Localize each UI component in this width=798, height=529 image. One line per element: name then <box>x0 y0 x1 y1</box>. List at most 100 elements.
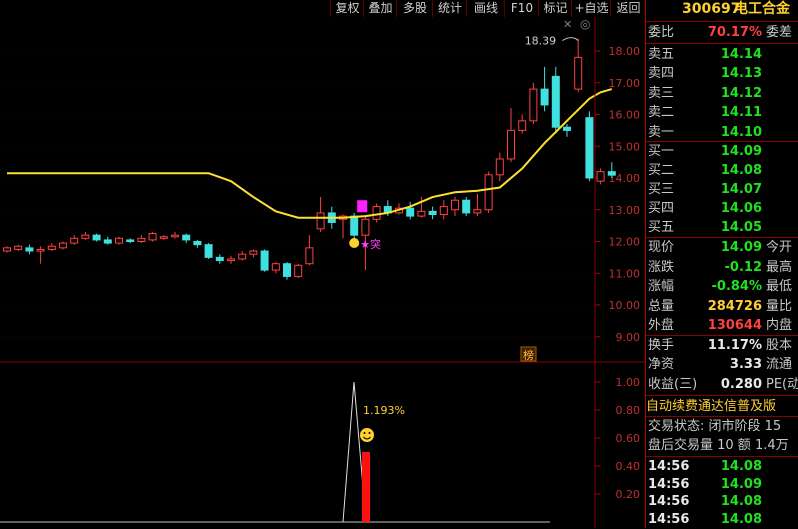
stat-row-tail: 今开 <box>766 240 793 255</box>
candle <box>81 231 90 240</box>
smiley-icon[interactable] <box>360 428 374 442</box>
candle-body <box>137 237 146 242</box>
indicator-tick-label: 0.80 <box>616 404 641 417</box>
candle <box>25 244 34 255</box>
stock-name: 电工合金 <box>734 1 790 17</box>
candle <box>473 193 482 217</box>
buy-level-label: 买二 <box>648 163 675 178</box>
candle-body <box>406 207 415 217</box>
candle <box>518 114 527 134</box>
sell-level-value: 14.10 <box>720 124 762 140</box>
candle <box>428 206 437 220</box>
sell-level-label: 卖二 <box>648 105 675 121</box>
fund-row-value: 11.17% <box>707 338 762 353</box>
stat-row-tail: 最高 <box>766 259 793 275</box>
candle-body <box>551 75 560 128</box>
candle-body <box>182 234 191 241</box>
fund-row: 净资 3.33 流通 <box>646 355 798 374</box>
candle <box>283 262 291 280</box>
multi-stock-button[interactable]: 多股 <box>396 0 433 17</box>
candle-body <box>563 126 571 131</box>
price-tick-label: 16.00 <box>609 109 641 122</box>
buy-level-label: 买五 <box>648 220 675 235</box>
statistics-button[interactable]: 统计 <box>432 0 467 17</box>
stat-row-label: 涨跌 <box>648 259 675 275</box>
indicator-tick-label: 0.60 <box>616 432 641 445</box>
buy-level: 买三 14.07 <box>646 180 798 199</box>
price-tick-label: 9.00 <box>616 331 641 344</box>
tick-row: 14:56 14.08 <box>646 457 798 476</box>
fund-row-tail: PE(动 <box>766 376 798 392</box>
candle-body <box>59 242 67 249</box>
candle <box>316 197 325 232</box>
sell-level-value: 14.11 <box>720 105 762 121</box>
settings-icon[interactable]: ◎ <box>580 17 590 31</box>
price-tick-label: 10.00 <box>609 299 641 312</box>
candle <box>47 243 56 252</box>
buy-level-value: 14.05 <box>720 220 762 235</box>
notice-text[interactable]: 自动续费通达信普及版 <box>646 397 798 416</box>
candle-body <box>316 212 325 230</box>
candle-body <box>70 237 79 244</box>
sell-level-value: 14.14 <box>720 47 762 62</box>
back-button[interactable]: 返回 <box>610 0 646 17</box>
sell-level: 卖四 14.13 <box>646 64 798 83</box>
f10-button[interactable]: F10 <box>504 0 539 17</box>
add-watchlist-button[interactable]: +自选 <box>571 0 611 17</box>
stat-row: 现价 14.09 今开 <box>646 238 798 257</box>
candle-body <box>585 117 594 179</box>
mark-button[interactable]: 标记 <box>538 0 572 17</box>
stat-row-value: -0.12 <box>724 259 762 275</box>
fund-row-value: 3.33 <box>729 357 762 373</box>
candle-body <box>103 239 112 244</box>
restore-rights-button[interactable]: 复权 <box>330 0 364 17</box>
candle-body <box>574 56 583 90</box>
buy-level-value: 14.06 <box>720 201 762 216</box>
stat-row-value: 130644 <box>707 318 762 333</box>
price-tick-label: 13.00 <box>609 204 641 217</box>
buy-level-label: 买一 <box>648 144 675 159</box>
buy-level-value: 14.09 <box>720 144 762 159</box>
weicha-label: 委差 <box>766 25 793 40</box>
draw-line-button[interactable]: 画线 <box>466 0 505 17</box>
sell-level: 卖二 14.11 <box>646 103 798 122</box>
candle <box>495 152 504 182</box>
stat-row-tail: 最低 <box>766 279 793 294</box>
kline-panel[interactable]: 18.0017.0016.0015.0014.0013.0012.0011.00… <box>0 35 640 362</box>
quote-panel: 300697 电工合金 委比 70.17% 委差 卖五 14.14 卖四 14.13 卖… <box>645 0 798 528</box>
stat-row-label: 外盘 <box>648 318 675 333</box>
candle-body <box>148 233 157 241</box>
breakout-badge[interactable]: ★突 <box>360 237 381 251</box>
buy-level-value: 14.08 <box>720 163 762 178</box>
close-icon[interactable]: ✕ <box>563 18 572 31</box>
candle <box>70 235 79 245</box>
weibi-label: 委比 <box>648 25 675 40</box>
trade-status: 交易状态: 闭市阶段 15 <box>648 419 782 434</box>
smiley-eye <box>368 432 371 434</box>
candle-body <box>238 253 247 260</box>
tick-time: 14:56 <box>648 511 690 527</box>
buy-level-value: 14.07 <box>720 182 762 197</box>
stat-row: 外盘 130644 内盘 <box>646 316 798 335</box>
money-bag-icon[interactable] <box>349 238 360 248</box>
fund-row: 收益(三) 0.280 PE(动 <box>646 375 798 394</box>
overlay-button[interactable]: 叠加 <box>363 0 397 17</box>
price-tick-label: 18.00 <box>609 45 641 58</box>
candle-body <box>3 247 11 252</box>
indicator-panel[interactable]: 1.00 0.80 0.60 0.40 0.20 1.193% <box>0 376 641 523</box>
candle <box>294 263 303 279</box>
stat-row-value: 14.09 <box>720 240 762 255</box>
buy-level-label: 买三 <box>648 182 675 197</box>
candle <box>462 197 471 217</box>
buy-level: 买二 14.08 <box>646 161 798 180</box>
sell-level-label: 卖一 <box>648 124 675 140</box>
chart-area[interactable]: 18.0017.0016.0015.0014.0013.0012.0011.00… <box>0 0 645 528</box>
rank-badge[interactable]: 榜 <box>523 348 534 362</box>
candle <box>507 108 515 163</box>
candle <box>137 235 146 244</box>
stock-header[interactable]: 300697 电工合金 <box>646 0 798 19</box>
candle-body <box>417 210 426 217</box>
candle-body <box>260 250 269 271</box>
candle-body <box>271 263 280 271</box>
candle-body <box>227 258 235 262</box>
